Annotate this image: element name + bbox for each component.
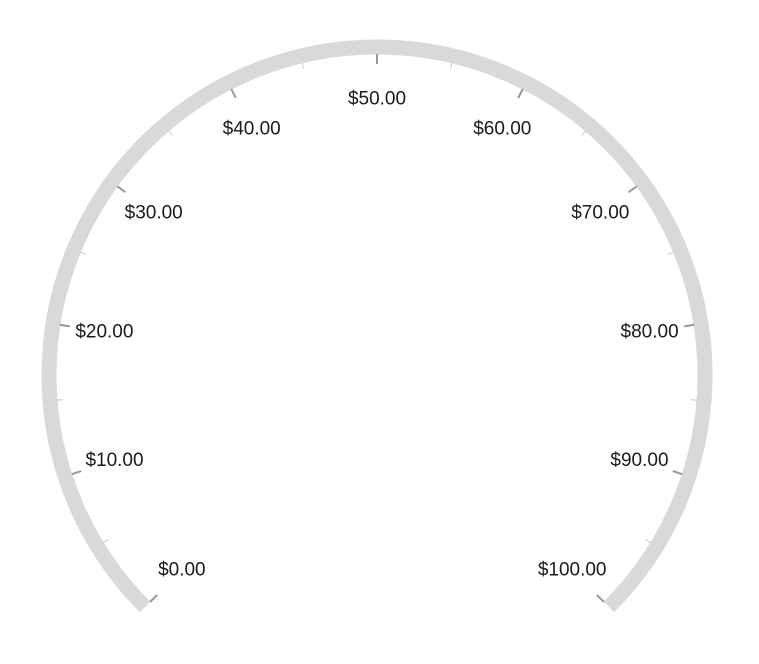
minor-tick [581,130,586,136]
tick-label: $60.00 [473,119,531,140]
gauge-track [41,39,713,613]
tick-label: $10.00 [85,450,143,471]
minor-tick [80,251,87,255]
tick-label: $40.00 [223,119,281,140]
minor-tick [645,539,651,544]
minor-tick [450,62,453,69]
tick-label: $50.00 [348,89,406,110]
major-tick [517,88,524,99]
tick-label: $0.00 [158,560,206,581]
major-tick [59,323,70,328]
major-tick [672,470,683,476]
tick-label: $80.00 [621,321,679,342]
major-tick [230,88,237,99]
tick-label: $20.00 [75,321,133,342]
gauge-chart: $0.00 $10.00 $20.00 $30.00 $40.00 $50.00 $60.0… [0,0,759,664]
major-tick [684,323,695,328]
minor-tick [301,62,304,69]
major-tick [628,185,638,194]
minor-tick [103,539,109,544]
tick-labels: $0.00 $10.00 $20.00 $30.00 $40.00 $50.00 $60.0… [75,89,678,581]
major-tick [149,594,158,603]
minor-tick [667,251,674,255]
gauge-svg: $0.00 $10.00 $20.00 $30.00 $40.00 $50.00 $60.0… [41,39,713,613]
major-tick [116,185,126,194]
major-tick [596,594,605,603]
minor-tick [168,130,173,136]
tick-label: $30.00 [125,202,183,223]
tick-label: $90.00 [610,450,668,471]
tick-label: $100.00 [538,560,607,581]
tick-label: $70.00 [571,202,629,223]
major-tick [71,470,82,476]
